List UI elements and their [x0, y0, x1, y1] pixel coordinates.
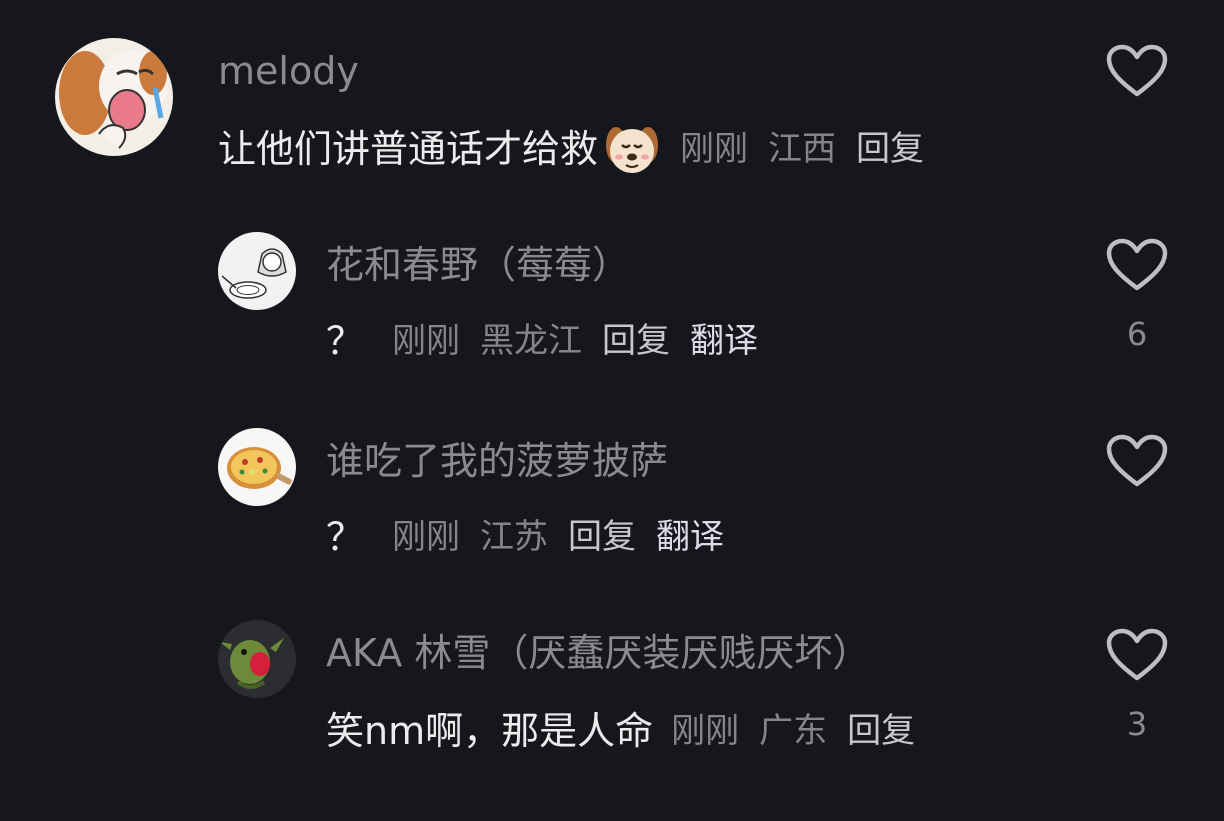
dog-face-emoji-icon [602, 121, 662, 177]
heart-outline-icon[interactable] [1106, 434, 1168, 488]
like-count: 6 [1126, 315, 1148, 353]
comment-body: ？ 刚刚 黑龙江 回复 翻译 [326, 318, 758, 364]
reply-button[interactable]: 回复 [847, 714, 915, 748]
comment-body: ？ 刚刚 江苏 回复 翻译 [326, 514, 724, 560]
heart-outline-icon[interactable] [1106, 628, 1168, 682]
comment-text: 笑nm啊，那是人命 [326, 709, 654, 753]
username[interactable]: melody [218, 52, 359, 90]
heart-outline-icon[interactable] [1106, 44, 1168, 98]
comment-time: 刚刚 [392, 321, 461, 361]
avatar[interactable] [218, 232, 296, 310]
reply-button[interactable]: 回复 [602, 324, 670, 358]
comment-location: 江苏 [480, 517, 549, 557]
comment-time: 刚刚 [680, 129, 749, 169]
avatar[interactable] [218, 620, 296, 698]
reply-button[interactable]: 回复 [568, 520, 636, 554]
comment-text: ？ [326, 515, 365, 559]
avatar[interactable] [55, 38, 173, 156]
username[interactable]: 谁吃了我的菠萝披萨 [326, 442, 668, 480]
comment-text: 让他们讲普通话才给救 [218, 127, 599, 171]
username[interactable]: 花和春野（莓莓） [326, 246, 630, 284]
heart-outline-icon[interactable] [1106, 238, 1168, 292]
like-count: 3 [1126, 705, 1148, 743]
comment-text: ？ [326, 319, 365, 363]
comment-location: 广东 [759, 711, 828, 751]
reply-button[interactable]: 回复 [856, 132, 924, 166]
comment-body: 笑nm啊，那是人命 刚刚 广东 回复 [326, 706, 915, 756]
translate-button[interactable]: 翻译 [690, 324, 758, 358]
comment-location: 江西 [768, 129, 837, 169]
username[interactable]: AKA 林雪（厌蠢厌装厌贱厌坏） [326, 634, 870, 672]
avatar[interactable] [218, 428, 296, 506]
comment-time: 刚刚 [392, 517, 461, 557]
comment-body: 让他们讲普通话才给救 刚刚 江西 回复 [218, 120, 924, 178]
translate-button[interactable]: 翻译 [656, 520, 724, 554]
comment-time: 刚刚 [671, 711, 740, 751]
comment-location: 黑龙江 [480, 321, 583, 361]
